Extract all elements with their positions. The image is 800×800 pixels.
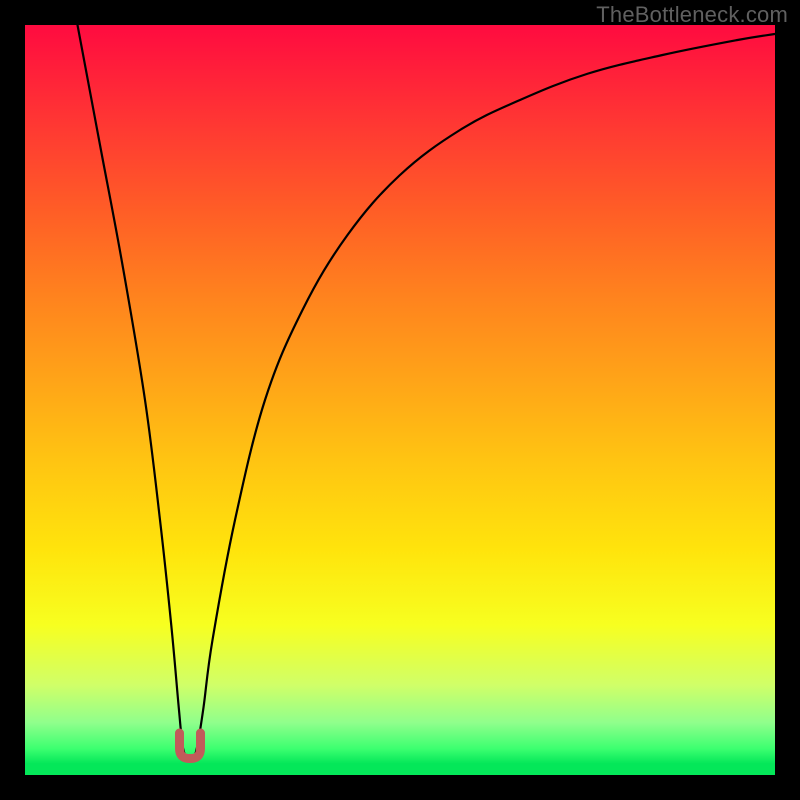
optimal-marker: [180, 733, 201, 759]
chart-frame: TheBottleneck.com: [0, 0, 800, 800]
bottleneck-curve: [78, 25, 776, 760]
plot-area: [25, 25, 775, 775]
watermark-text: TheBottleneck.com: [596, 2, 788, 28]
curve-layer: [25, 25, 775, 775]
